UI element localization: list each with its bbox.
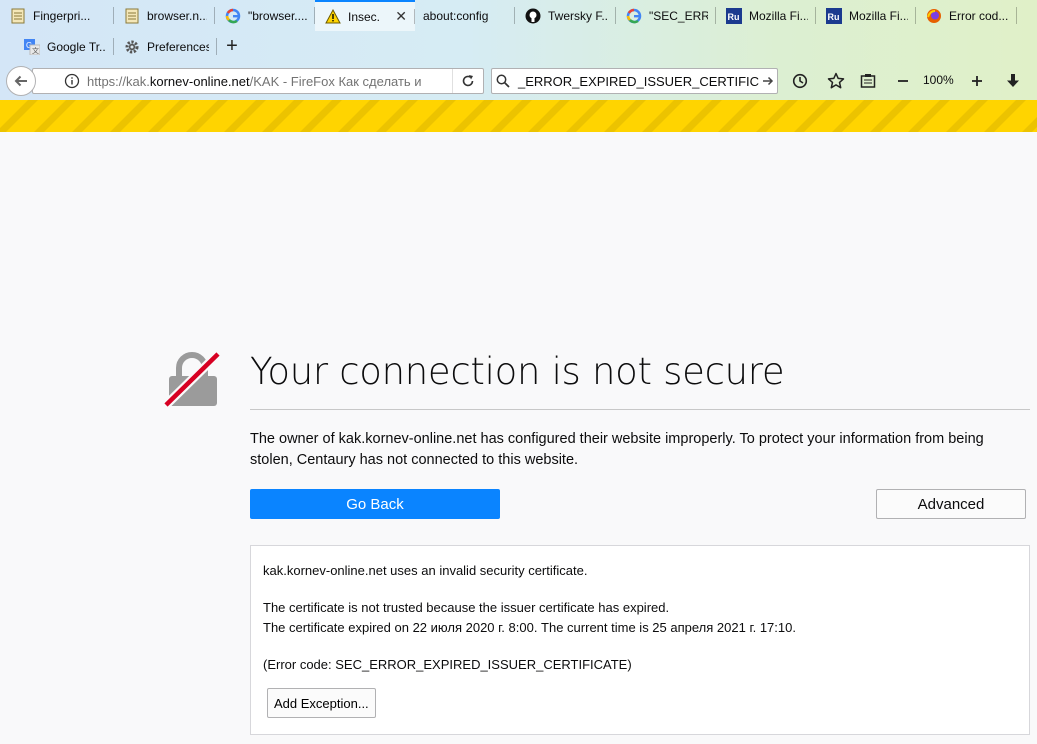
error-code-text[interactable]: (Error code: SEC_ERROR_EXPIRED_ISSUER_CE…: [263, 657, 632, 672]
tab-strip-row2: G文 Google Tr... Preferences +: [0, 31, 247, 62]
ru-icon: Ru: [826, 7, 842, 24]
navigation-toolbar: https://kak.kornev-online.net/KAK - Fire…: [0, 62, 1037, 100]
svg-text:Ru: Ru: [828, 12, 840, 22]
tab-twersky[interactable]: Twersky F...: [515, 0, 616, 31]
reader-view-icon[interactable]: [856, 69, 880, 93]
gear-icon: [124, 39, 140, 55]
tab-mozilla-1[interactable]: Ru Mozilla Fi...: [716, 0, 816, 31]
back-button[interactable]: [6, 66, 36, 96]
tab-label: about:config: [423, 8, 489, 23]
search-bar[interactable]: _ERROR_EXPIRED_ISSUER_CERTIFICATE": [491, 68, 778, 94]
tab-strip: Fingerpri... browser.n... "browser.... I…: [0, 0, 1017, 31]
tab-label: Error cod...: [949, 8, 1009, 23]
url-text[interactable]: https://kak.kornev-online.net/KAK - Fire…: [87, 74, 452, 89]
google-translate-icon: G文: [24, 38, 40, 55]
url-host: kornev-online.net: [149, 73, 250, 89]
info-icon[interactable]: [57, 73, 87, 89]
stripe-pattern: [0, 100, 1037, 132]
browser-chrome: Fingerpri... browser.n... "browser.... I…: [0, 0, 1037, 100]
tab-google-translate[interactable]: G文 Google Tr...: [0, 31, 114, 62]
page-title: Your connection is not secure: [250, 350, 785, 393]
tab-label: Fingerpri...: [33, 8, 91, 23]
tab-mozilla-2[interactable]: Ru Mozilla Fi...: [816, 0, 916, 31]
tab-label: Insec...: [348, 9, 381, 24]
reload-icon[interactable]: [452, 69, 483, 93]
new-tab-button[interactable]: +: [217, 31, 247, 62]
url-suffix: /KAK - FireFox Как сделать и: [249, 73, 422, 89]
svg-text:Ru: Ru: [728, 12, 740, 22]
go-back-button[interactable]: Go Back: [250, 489, 500, 519]
warning-stripe: [0, 100, 1037, 132]
zoom-out-icon[interactable]: [891, 69, 915, 93]
ru-icon: Ru: [726, 7, 742, 24]
tab-label: "browser....: [248, 8, 307, 23]
search-go-icon[interactable]: [759, 75, 777, 87]
broken-lock-icon: [162, 350, 222, 412]
url-prefix: https://kak.: [87, 73, 150, 89]
tab-insecure[interactable]: Insec... ✕: [315, 0, 415, 31]
url-bar[interactable]: https://kak.kornev-online.net/KAK - Fire…: [32, 68, 484, 94]
document-icon: [124, 8, 140, 24]
google-icon: [626, 8, 642, 24]
tab-label: "SEC_ERR...: [649, 8, 708, 23]
tab-fingerprint[interactable]: Fingerpri...: [0, 0, 114, 31]
downloads-icon[interactable]: [1001, 69, 1025, 93]
tab-about-config[interactable]: about:config: [415, 0, 515, 31]
title-divider: [250, 409, 1030, 410]
google-icon: [225, 8, 241, 24]
tab-error-code[interactable]: Error cod...: [916, 0, 1017, 31]
tab-label: Preferences: [147, 39, 209, 54]
document-icon: [10, 8, 26, 24]
tab-google-sec-err[interactable]: "SEC_ERR...: [616, 0, 716, 31]
tab-label: browser.n...: [147, 8, 207, 23]
tab-google-browser[interactable]: "browser....: [215, 0, 315, 31]
back-arrow-icon: [14, 75, 27, 87]
search-icon: [492, 74, 514, 88]
tab-label: Google Tr...: [47, 39, 106, 54]
plus-icon: +: [226, 35, 238, 57]
github-icon: [525, 8, 541, 24]
close-tab-icon[interactable]: ✕: [395, 8, 407, 25]
zoom-level[interactable]: 100%: [923, 73, 954, 87]
advanced-text-expiry-time: The certificate expired on 22 июля 2020 …: [263, 620, 796, 635]
advanced-panel: kak.kornev-online.net uses an invalid se…: [250, 545, 1030, 735]
advanced-text-invalid-cert: kak.kornev-online.net uses an invalid se…: [263, 563, 588, 578]
advanced-button[interactable]: Advanced: [876, 489, 1026, 519]
bookmark-star-icon[interactable]: [824, 69, 848, 93]
history-icon[interactable]: [788, 69, 812, 93]
svg-text:文: 文: [32, 46, 39, 55]
tab-preferences[interactable]: Preferences: [114, 31, 217, 62]
tab-label: Mozilla Fi...: [749, 8, 808, 23]
tab-browser-n[interactable]: browser.n...: [114, 0, 215, 31]
warning-icon: [325, 8, 341, 25]
tab-label: Mozilla Fi...: [849, 8, 908, 23]
error-description: The owner of kak.kornev-online.net has c…: [250, 431, 984, 468]
add-exception-button[interactable]: Add Exception...: [267, 688, 376, 718]
zoom-in-icon[interactable]: [965, 69, 989, 93]
search-input[interactable]: _ERROR_EXPIRED_ISSUER_CERTIFICATE": [514, 74, 759, 89]
tab-label: Twersky F...: [548, 8, 608, 23]
advanced-text-issuer-expired: The certificate is not trusted because t…: [263, 600, 670, 615]
firefox-icon: [926, 8, 942, 24]
